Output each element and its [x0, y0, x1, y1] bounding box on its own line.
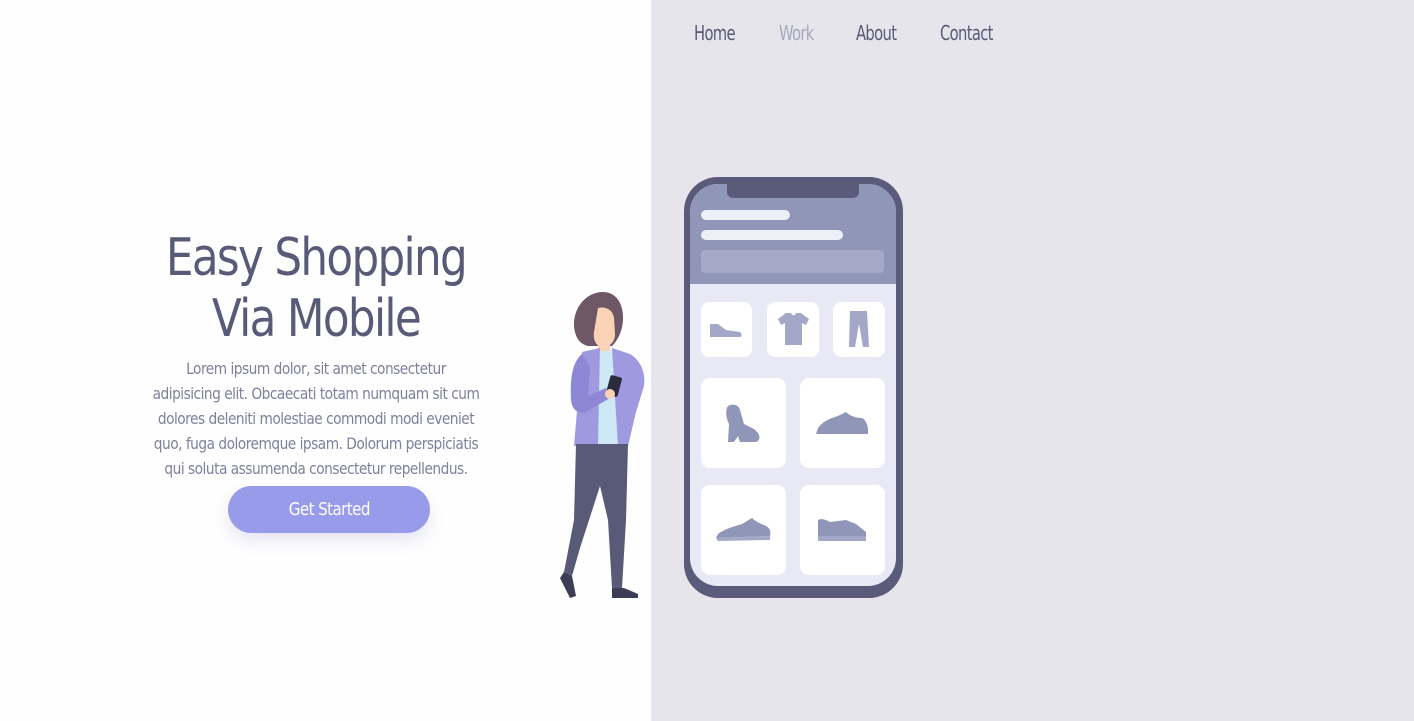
hero-section: Easy Shopping Via Mobile Lorem ipsum dol…	[126, 228, 506, 481]
smartphone-icon	[684, 177, 903, 598]
nav-about[interactable]: About	[856, 21, 897, 45]
nav-work[interactable]: Work	[779, 21, 814, 45]
hero-title-line1: Easy Shopping	[165, 228, 468, 288]
landing-page: Home Work About Contact Easy Shopping Vi…	[0, 0, 1414, 721]
woman-figure-icon	[560, 292, 645, 598]
nav-contact[interactable]: Contact	[940, 21, 993, 45]
get-started-label: Get Started	[288, 499, 370, 520]
top-nav: Home Work About Contact	[694, 18, 1005, 48]
hero-title-line2: Via Mobile	[211, 289, 422, 349]
hero-description: Lorem ipsum dolor, sit amet consectetur …	[152, 359, 480, 478]
shopping-illustration	[560, 177, 903, 598]
hero-title: Easy Shopping Via Mobile	[156, 228, 475, 350]
get-started-button[interactable]: Get Started	[228, 486, 430, 533]
nav-home[interactable]: Home	[694, 21, 736, 45]
